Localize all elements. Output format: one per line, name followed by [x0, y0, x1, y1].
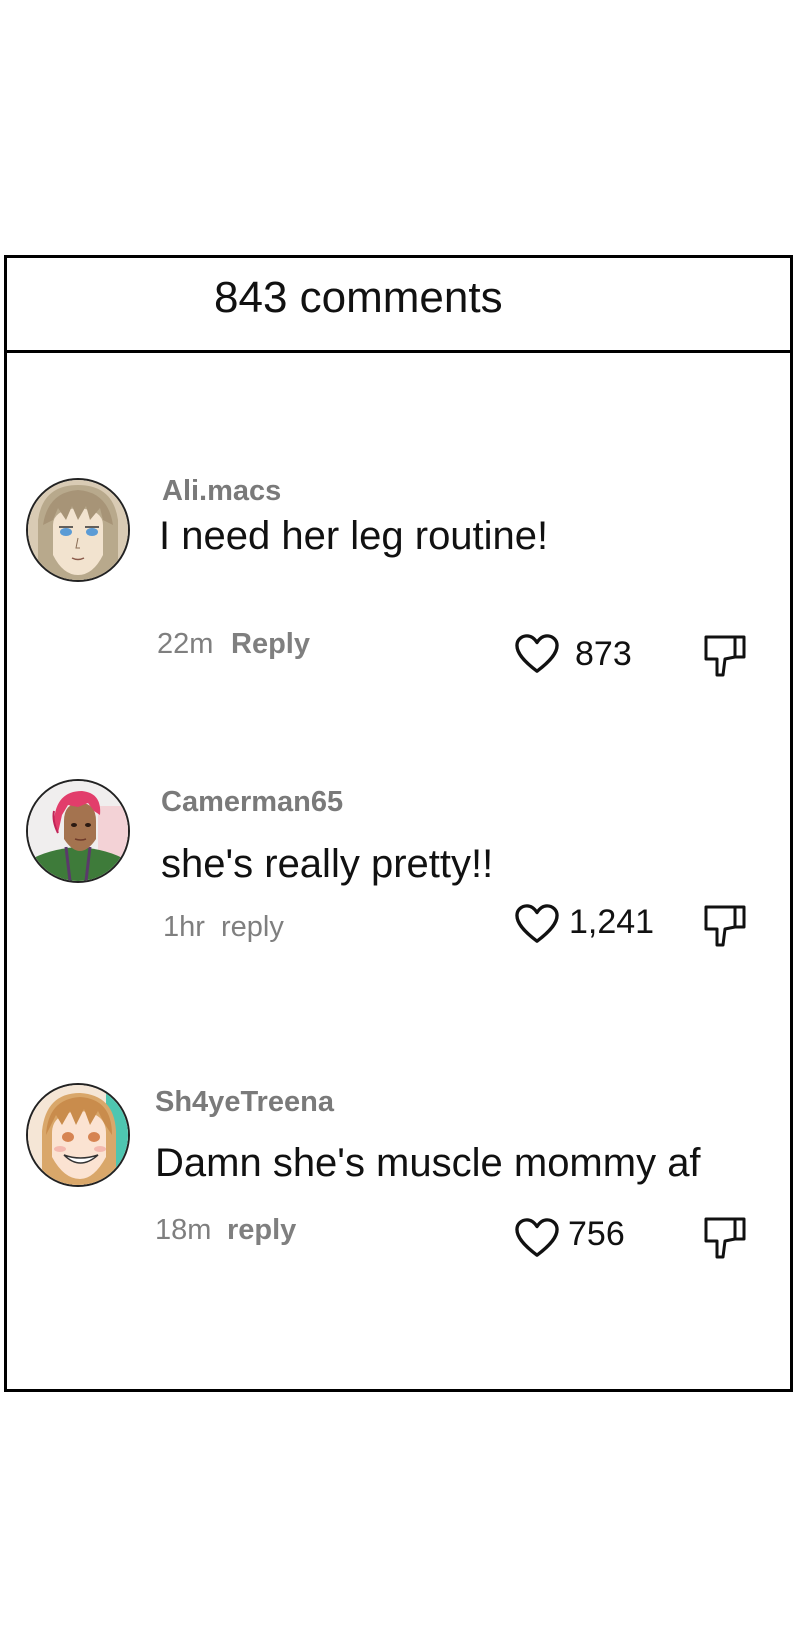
like-count: 756 — [568, 1215, 625, 1253]
heart-icon[interactable] — [514, 1217, 560, 1259]
avatar-blonde-bangs-icon — [28, 480, 128, 580]
comment-text: I need her leg routine! — [159, 514, 549, 558]
like-count: 1,241 — [569, 903, 655, 941]
comment-username[interactable]: Ali.macs — [162, 475, 281, 508]
thumbs-down-icon[interactable] — [703, 903, 747, 949]
user-avatar[interactable] — [26, 779, 130, 883]
comment-text: Damn she's muscle mommy af — [155, 1141, 701, 1185]
comment-item: Camerman65 she's really pretty!! 1hr rep… — [7, 779, 790, 999]
thumbs-down-icon[interactable] — [703, 633, 747, 679]
reply-button[interactable]: reply — [227, 1214, 296, 1247]
comment-item: Ali.macs I need her leg routine! 22m Rep… — [7, 468, 790, 688]
comment-username[interactable]: Sh4yeTreena — [155, 1086, 334, 1119]
thumbs-down-icon[interactable] — [703, 1215, 747, 1261]
reply-button[interactable]: reply — [221, 911, 284, 944]
user-avatar[interactable] — [26, 478, 130, 582]
like-count: 873 — [575, 635, 632, 673]
avatar-pink-hair-icon — [28, 781, 128, 881]
reply-button[interactable]: Reply — [231, 628, 310, 661]
comment-text: she's really pretty!! — [161, 842, 494, 886]
comment-timestamp: 1hr — [163, 911, 205, 943]
comments-header: 843 comments — [7, 258, 790, 353]
comment-timestamp: 18m — [155, 1214, 212, 1246]
comment-timestamp: 22m — [157, 628, 214, 660]
heart-icon[interactable] — [514, 633, 560, 675]
comments-panel: 843 comments Ali.macs I need her leg rou… — [4, 255, 793, 1392]
comment-count: 843 comments — [214, 273, 503, 322]
user-avatar[interactable] — [26, 1083, 130, 1187]
heart-icon[interactable] — [514, 903, 560, 945]
comment-username[interactable]: Camerman65 — [161, 786, 343, 819]
avatar-smiling-blonde-icon — [28, 1085, 128, 1185]
comment-item: Sh4yeTreena Damn she's muscle mommy af 1… — [7, 1083, 790, 1303]
